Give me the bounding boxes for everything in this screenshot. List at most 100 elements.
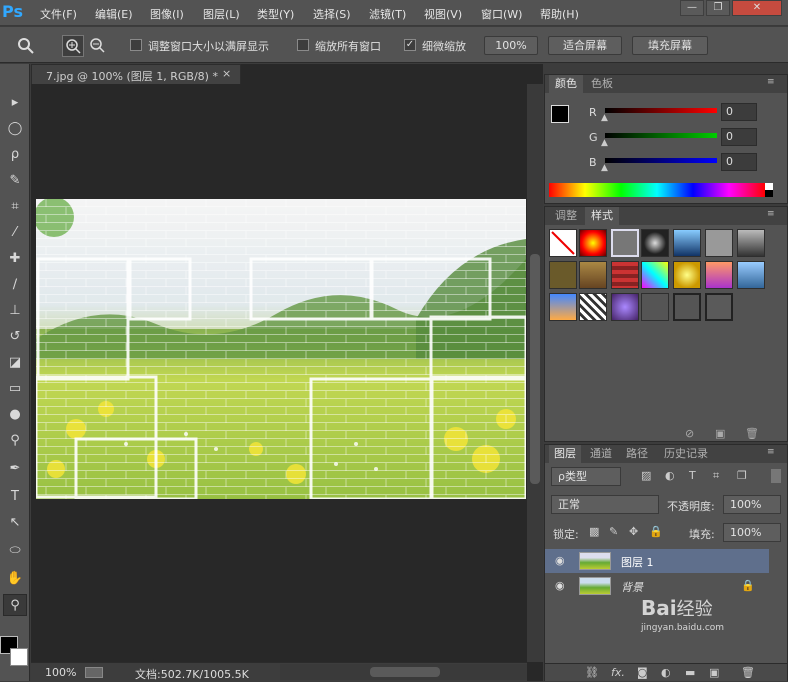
style-swatch[interactable] [673, 293, 701, 321]
layer-filter-dropdown[interactable]: ρ类型 [551, 467, 621, 486]
type-tool-icon[interactable]: T [3, 486, 27, 508]
b-value-input[interactable]: 0 [721, 153, 757, 171]
move-tool-icon[interactable]: ▸ [3, 92, 27, 114]
style-swatch[interactable] [673, 261, 701, 289]
lock-pixels-icon[interactable]: ✎ [609, 525, 618, 538]
style-swatch[interactable] [611, 229, 639, 257]
document-tab[interactable]: 7.jpg @ 100% (图层 1, RGB/8) * × [31, 64, 241, 84]
style-none-swatch[interactable] [549, 229, 577, 257]
lock-position-icon[interactable]: ✥ [629, 525, 638, 538]
layer-row[interactable]: ◉ 图层 1 [545, 549, 769, 573]
visibility-eye-icon[interactable]: ◉ [555, 579, 565, 592]
dodge-tool-icon[interactable]: ⚲ [3, 430, 27, 452]
quick-select-tool-icon[interactable]: ✎ [3, 170, 27, 192]
minimize-button[interactable]: — [680, 0, 704, 16]
fill-input[interactable]: 100% [723, 523, 781, 542]
history-brush-tool-icon[interactable]: ↺ [3, 326, 27, 348]
stamp-tool-icon[interactable]: ⊥ [3, 300, 27, 322]
style-swatch[interactable] [549, 293, 577, 321]
status-zoom[interactable]: 100% [45, 666, 76, 679]
style-swatch[interactable] [705, 293, 733, 321]
black-white-ramp[interactable] [765, 183, 773, 197]
b-slider[interactable] [605, 158, 717, 163]
tab-color[interactable]: 颜色 [549, 75, 583, 93]
filter-type-icon[interactable]: T [689, 469, 696, 482]
style-swatch[interactable] [705, 261, 733, 289]
canvas-image[interactable] [36, 199, 526, 499]
style-swatch[interactable] [579, 293, 607, 321]
close-button[interactable]: ✕ [732, 0, 782, 16]
menu-layer[interactable]: 图层(L) [203, 6, 240, 22]
marquee-tool-icon[interactable]: ◯ [3, 118, 27, 140]
style-swatch[interactable] [579, 229, 607, 257]
style-swatch[interactable] [737, 261, 765, 289]
filter-shape-icon[interactable]: ⌗ [713, 469, 719, 483]
new-group-icon[interactable]: ▬ [685, 666, 695, 679]
menu-window[interactable]: 窗口(W) [481, 6, 522, 22]
menu-filter[interactable]: 滤镜(T) [369, 6, 406, 22]
link-layers-icon[interactable]: ⛓ [585, 666, 599, 679]
menu-edit[interactable]: 编辑(E) [95, 6, 133, 22]
eraser-tool-icon[interactable]: ◪ [3, 352, 27, 374]
adjustment-layer-icon[interactable]: ◐ [661, 666, 671, 679]
tab-layers[interactable]: 图层 [549, 445, 581, 463]
blend-mode-dropdown[interactable]: 正常 [551, 495, 659, 514]
r-value-input[interactable]: 0 [721, 103, 757, 121]
style-swatch[interactable] [641, 229, 669, 257]
b-slider-handle-icon[interactable]: ▲ [601, 163, 608, 173]
fill-screen-button[interactable]: 填充屏幕 [632, 36, 708, 55]
menu-type[interactable]: 类型(Y) [257, 6, 294, 22]
lasso-tool-icon[interactable]: ρ [3, 144, 27, 166]
blur-tool-icon[interactable]: ● [3, 404, 27, 426]
lock-transparency-icon[interactable]: ▩ [589, 525, 599, 538]
style-swatch[interactable] [549, 261, 577, 289]
menu-view[interactable]: 视图(V) [424, 6, 462, 22]
lock-all-icon[interactable]: 🔒 [649, 525, 663, 538]
healing-tool-icon[interactable]: ✚ [3, 248, 27, 270]
filter-toggle[interactable] [771, 469, 781, 483]
tab-paths[interactable]: 路径 [621, 445, 653, 463]
delete-layer-icon[interactable]: 🗑 [741, 666, 755, 679]
path-select-tool-icon[interactable]: ↖ [3, 512, 27, 534]
hand-tool-icon[interactable]: ✋ [3, 568, 27, 590]
opacity-input[interactable]: 100% [723, 495, 781, 514]
document-close-icon[interactable]: × [222, 67, 231, 80]
eyedropper-tool-icon[interactable]: ⁄ [3, 222, 27, 244]
menu-help[interactable]: 帮助(H) [540, 6, 579, 22]
tab-channels[interactable]: 通道 [585, 445, 617, 463]
new-layer-icon[interactable]: ▣ [709, 666, 719, 679]
layer-name[interactable]: 图层 1 [621, 554, 654, 570]
g-slider[interactable] [605, 133, 717, 138]
style-swatch[interactable] [611, 293, 639, 321]
shape-tool-icon[interactable]: ⬭ [3, 540, 27, 562]
tab-history[interactable]: 历史记录 [657, 445, 715, 463]
delete-style-icon[interactable]: 🗑 [745, 427, 759, 440]
crop-tool-icon[interactable]: ⌗ [3, 196, 27, 218]
gradient-tool-icon[interactable]: ▭ [3, 378, 27, 400]
style-swatch[interactable] [611, 261, 639, 289]
style-swatch[interactable] [673, 229, 701, 257]
panel-menu-icon[interactable]: ≡ [767, 447, 775, 457]
filter-smart-icon[interactable]: ❐ [737, 469, 747, 482]
zoom-all-checkbox[interactable] [297, 39, 309, 51]
r-slider[interactable] [605, 108, 717, 113]
restore-button[interactable]: ❐ [706, 0, 730, 16]
status-preview-icon[interactable] [85, 667, 103, 678]
tab-swatches[interactable]: 色板 [585, 75, 619, 93]
fit-screen-button[interactable]: 适合屏幕 [548, 36, 622, 55]
zoom-in-icon[interactable] [62, 35, 84, 57]
menu-select[interactable]: 选择(S) [313, 6, 351, 22]
new-style-icon[interactable]: ▣ [715, 427, 725, 440]
panel-menu-icon[interactable]: ≡ [767, 209, 775, 219]
style-swatch[interactable] [705, 229, 733, 257]
g-slider-handle-icon[interactable]: ▲ [601, 138, 608, 148]
brush-tool-icon[interactable]: ∕ [3, 274, 27, 296]
color-fg-swatch[interactable] [551, 105, 569, 123]
scrubby-zoom-checkbox[interactable]: ✓ [404, 39, 416, 51]
background-color-swatch[interactable] [10, 648, 28, 666]
vertical-scroll-thumb[interactable] [530, 254, 540, 484]
clear-style-icon[interactable]: ⊘ [685, 427, 694, 440]
horizontal-scroll-thumb[interactable] [370, 667, 440, 677]
horizontal-scrollbar[interactable] [280, 664, 527, 680]
panel-menu-icon[interactable]: ≡ [767, 77, 775, 87]
